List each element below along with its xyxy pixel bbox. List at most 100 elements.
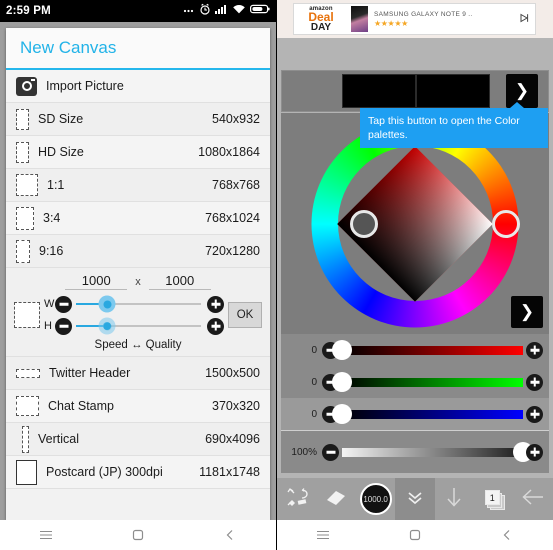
red-slider-row: 0: [281, 334, 549, 366]
preset-thumb: [16, 396, 39, 416]
preset-row-twitter-header[interactable]: Twitter Header 1500x500: [6, 357, 270, 390]
preset-value: 540x932: [212, 112, 260, 126]
green-value: 0: [311, 376, 317, 388]
tooltip-text: Tap this button to open the Color palett…: [368, 115, 520, 141]
preset-row-vertical[interactable]: Vertical 690x4096: [6, 423, 270, 456]
preset-value: 768x1024: [205, 211, 260, 225]
preset-row-chat-stamp[interactable]: Chat Stamp 370x320: [6, 390, 270, 423]
preset-value: 370x320: [212, 399, 260, 413]
collapse-panel-button[interactable]: [395, 478, 435, 520]
preset-row-sd[interactable]: SD Size 540x932: [6, 103, 270, 136]
secondary-color-swatch[interactable]: [416, 74, 490, 108]
height-label: H: [44, 320, 52, 332]
home-icon[interactable]: [395, 520, 435, 550]
brush-size-indicator[interactable]: 1000.0: [359, 483, 392, 515]
preset-value: 1500x500: [205, 366, 260, 380]
height-increase-button[interactable]: [207, 317, 224, 335]
canvas-height-input[interactable]: 1000: [148, 273, 211, 290]
battery-icon: [250, 2, 270, 20]
ok-button[interactable]: OK: [228, 302, 262, 328]
width-decrease-button[interactable]: [55, 295, 72, 313]
ad-info-icon[interactable]: [518, 13, 530, 26]
primary-color-swatch[interactable]: [342, 74, 416, 108]
blue-slider[interactable]: [332, 404, 523, 424]
transform-tool-button[interactable]: [277, 478, 316, 520]
preset-row-9-16[interactable]: 9:16 720x1280: [6, 235, 270, 268]
chevron-double-down-icon: [405, 487, 425, 512]
opacity-slider-row: 100%: [281, 431, 549, 473]
preset-thumb: [16, 141, 29, 163]
preset-label: 9:16: [39, 244, 64, 258]
brush-size-button[interactable]: 1000.0: [356, 478, 395, 520]
import-picture-row[interactable]: Import Picture: [6, 70, 270, 103]
preset-row-hd[interactable]: HD Size 1080x1864: [6, 136, 270, 169]
hue-handle[interactable]: [492, 209, 521, 238]
preset-thumb: [16, 206, 34, 230]
canvas-width-input[interactable]: 1000: [65, 273, 128, 290]
blue-value: 0: [311, 408, 317, 420]
back-button[interactable]: [514, 478, 553, 520]
opacity-slider[interactable]: [342, 442, 533, 462]
menu-icon[interactable]: [26, 520, 66, 550]
preset-label: Vertical: [38, 432, 79, 446]
amazon-deal-logo: amazon Deal DAY: [297, 6, 345, 33]
layers-button[interactable]: 1: [474, 478, 513, 520]
preset-label: 1:1: [47, 178, 65, 192]
preset-row-3-4[interactable]: 3:4 768x1024: [6, 202, 270, 235]
custom-size-thumb: [14, 302, 40, 328]
ad-rating-stars: ★★★★★: [374, 18, 408, 28]
red-slider[interactable]: [332, 340, 523, 360]
preset-thumb: [22, 425, 29, 453]
dialog-title-text: New Canvas: [20, 38, 117, 57]
transform-icon: [285, 486, 309, 513]
right-phone-pane: amazon Deal DAY SAMSUNG GALAXY NOTE 9 ..…: [277, 0, 553, 550]
width-slider-row: W: [44, 293, 205, 315]
apply-button[interactable]: [435, 478, 474, 520]
bottom-toolbar: 1000.0 1: [277, 478, 553, 520]
preset-value: 690x4096: [205, 432, 260, 446]
green-slider-row: 0: [281, 366, 549, 398]
color-swatch-bar: ❯: [281, 70, 549, 112]
menu-icon[interactable]: [303, 520, 343, 550]
ad-title: SAMSUNG GALAXY NOTE 9 ..: [374, 10, 473, 18]
saturation-value-handle[interactable]: [350, 209, 379, 238]
down-arrow-icon: [444, 486, 464, 513]
opacity-decrease-button[interactable]: [322, 443, 339, 461]
ad-content[interactable]: amazon Deal DAY SAMSUNG GALAXY NOTE 9 ..…: [293, 3, 536, 35]
speed-quality-hint: Speed ↔ Quality: [94, 339, 182, 351]
opacity-increase-button[interactable]: [526, 443, 543, 461]
eraser-tool-button[interactable]: [316, 478, 355, 520]
blue-increase-button[interactable]: [526, 405, 543, 423]
width-label: W: [44, 298, 55, 310]
opacity-value: 100%: [291, 446, 317, 458]
height-decrease-button[interactable]: [55, 317, 72, 335]
back-icon[interactable]: [487, 520, 527, 550]
height-slider-row: H: [44, 315, 205, 337]
height-slider[interactable]: [76, 317, 201, 335]
ad-banner[interactable]: amazon Deal DAY SAMSUNG GALAXY NOTE 9 ..…: [277, 0, 553, 38]
green-slider[interactable]: [332, 372, 523, 392]
back-icon[interactable]: [210, 520, 250, 550]
more-dots-icon: [183, 2, 195, 20]
back-arrow-icon: [521, 487, 545, 512]
next-color-mode-button[interactable]: ❯: [511, 296, 543, 328]
width-slider[interactable]: [76, 295, 201, 313]
alarm-icon: [199, 2, 211, 20]
ad-day-text: DAY: [310, 22, 332, 33]
ad-text-block: SAMSUNG GALAXY NOTE 9 .. ★★★★★: [374, 11, 518, 28]
preset-thumb: [16, 239, 30, 263]
preset-row-1-1[interactable]: 1:1 768x768: [6, 169, 270, 202]
left-phone-pane: 2:59 PM New Canvas Import Picture SD Siz…: [0, 0, 276, 550]
preset-row-postcard[interactable]: Postcard (JP) 300dpi 1181x1748: [6, 456, 270, 489]
rgb-slider-group-bottom: 0: [281, 398, 549, 430]
custom-size-fields: 1000 x 1000: [6, 272, 270, 293]
home-icon[interactable]: [118, 520, 158, 550]
phone-divider: [276, 0, 277, 550]
red-value: 0: [311, 344, 317, 356]
red-increase-button[interactable]: [526, 341, 543, 359]
brush-size-value: 1000.0: [363, 494, 388, 504]
new-canvas-dialog: New Canvas Import Picture SD Size 540x93…: [6, 28, 270, 520]
green-increase-button[interactable]: [526, 373, 543, 391]
width-increase-button[interactable]: [207, 295, 224, 313]
import-picture-label: Import Picture: [46, 79, 124, 93]
